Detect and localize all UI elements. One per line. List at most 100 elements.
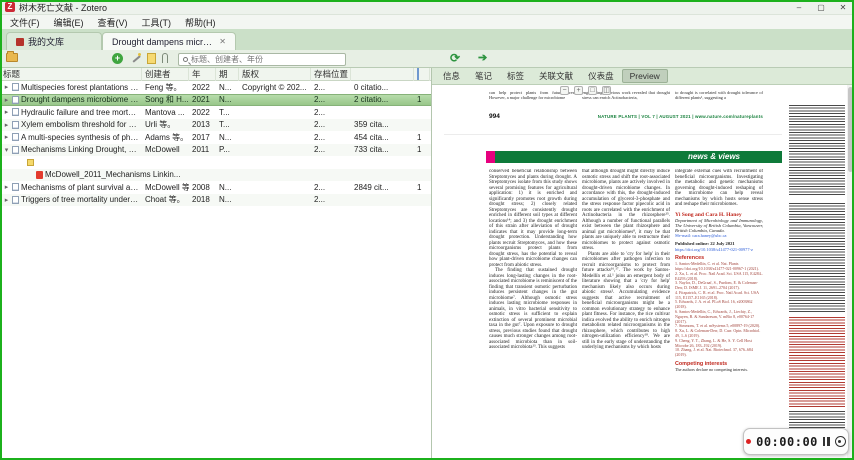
child-attachment-row[interactable]: McDowell_2011_Mechanisms Linkin... <box>0 168 431 181</box>
cell-journal: N... <box>219 132 232 142</box>
fit-page-icon[interactable]: □ <box>588 86 597 95</box>
journal-footer: NATURE PLANTS | VOL 7 | AUGUST 2021 | ww… <box>597 114 763 119</box>
item-row[interactable]: ▸Mechanisms of plant survival and mo... … <box>0 181 431 194</box>
zoom-in-icon[interactable]: + <box>574 86 583 95</box>
tab-info[interactable]: 信息 <box>436 69 467 83</box>
pdf-preview[interactable]: can help protect plants from future stre… <box>432 85 854 460</box>
item-row[interactable]: ▸ A multi-species synthesis of physiolo..… <box>0 131 431 144</box>
add-by-identifier-icon[interactable] <box>130 53 141 64</box>
expander-icon[interactable]: ▸ <box>3 133 10 141</box>
column-year[interactable]: 年 <box>189 68 216 81</box>
menu-help[interactable]: 帮助(H) <box>178 16 223 29</box>
scrollbar-thumb[interactable] <box>848 87 853 172</box>
minimize-button[interactable]: – <box>788 0 810 15</box>
tab-related[interactable]: 关联文献 <box>532 69 580 83</box>
item-row[interactable]: ▸ Triggers of tree mortality under droug.… <box>0 193 431 206</box>
zoom-out-icon[interactable]: − <box>560 86 569 95</box>
column-archive[interactable]: 存档位置 <box>311 68 351 81</box>
expander-icon[interactable]: ▸ <box>3 83 10 91</box>
window-title: 树木死亡文献 - Zotero <box>19 2 108 13</box>
tab-document[interactable]: Drought dampens micro... ✕ <box>102 32 236 50</box>
tab-notes[interactable]: 笔记 <box>468 69 499 83</box>
cell-archive: 2... <box>314 82 326 92</box>
cell-year: 2011 <box>192 145 210 155</box>
item-pane: 信息 笔记 标签 关联文献 仪表盘 Preview − + □ ◫ can he… <box>432 68 854 460</box>
menu-tools[interactable]: 工具(T) <box>135 16 179 29</box>
cell-creator: Adams 等。 <box>145 132 189 142</box>
maximize-button[interactable]: ▢ <box>810 0 832 15</box>
banner-label: news & views <box>687 152 740 162</box>
cell-creator: Song 和 H... <box>145 95 189 105</box>
stop-icon[interactable] <box>834 436 846 447</box>
menu-edit[interactable]: 编辑(E) <box>47 16 91 29</box>
cell-citations: 2 citatio... <box>354 95 389 105</box>
new-item-icon[interactable]: + <box>112 53 123 64</box>
cell-journal: N... <box>219 182 232 192</box>
tab-dashboard[interactable]: 仪表盘 <box>581 69 621 83</box>
expander-icon[interactable]: ▸ <box>3 196 10 204</box>
cell-year: 2021 <box>192 95 210 105</box>
tab-my-library[interactable]: 我的文库 <box>6 32 102 50</box>
article-column-1: conserved beneficial relationship betwee… <box>489 169 577 350</box>
cell-year: 2022 <box>192 107 210 117</box>
cell-year: 2013 <box>192 120 210 130</box>
column-citations[interactable] <box>351 68 414 81</box>
item-row[interactable]: ▸ Hydraulic failure and tree mortality: f… <box>0 106 431 119</box>
column-rights[interactable]: 版权 <box>239 68 311 81</box>
column-creator[interactable]: 创建者 <box>142 68 189 81</box>
journal-article-icon <box>12 108 19 117</box>
item-title: Mechanisms Linking Drought, Hydrau... <box>21 145 139 155</box>
cell-creator: Feng 等。 <box>145 82 182 92</box>
item-row[interactable]: ▸ Multispecies forest plantations outyie.… <box>0 81 431 94</box>
expander-icon[interactable]: ▸ <box>3 108 10 116</box>
journal-article-icon <box>12 133 19 142</box>
item-title: Hydraulic failure and tree mortality: fr… <box>21 107 139 117</box>
tab-preview[interactable]: Preview <box>621 69 668 83</box>
title-bar: Z 树木死亡文献 - Zotero – ▢ ✕ <box>0 0 854 15</box>
journal-article-icon <box>12 145 19 154</box>
cell-attachments: 1 <box>417 132 422 142</box>
pause-icon[interactable] <box>822 437 830 446</box>
tab-label: 我的文库 <box>28 37 65 47</box>
search-input[interactable] <box>191 54 331 64</box>
cell-archive: 2... <box>314 132 326 142</box>
new-collection-icon[interactable] <box>6 51 18 62</box>
column-picker[interactable] <box>414 68 430 81</box>
menu-file[interactable]: 文件(F) <box>3 16 47 29</box>
search-box[interactable] <box>178 52 346 66</box>
journal-article-icon <box>12 83 19 92</box>
close-tab-icon[interactable]: ✕ <box>219 37 226 46</box>
doi-link: https://doi.org/10.1038/s41477-021-00977… <box>675 246 753 252</box>
add-attachment-icon[interactable] <box>162 53 168 63</box>
menu-bar: 文件(F) 编辑(E) 查看(V) 工具(T) 帮助(H) <box>0 15 854 29</box>
attachment-title: McDowell_2011_Mechanisms Linkin... <box>45 170 181 180</box>
expander-icon[interactable]: ▸ <box>3 96 10 104</box>
item-row-selected[interactable]: ▸ Drought dampens microbiome devel... Son… <box>0 93 431 106</box>
close-button[interactable]: ✕ <box>832 0 854 15</box>
expander-icon[interactable]: ▾ <box>3 146 10 154</box>
expander-icon[interactable]: ▸ <box>3 183 10 191</box>
tab-tags[interactable]: 标签 <box>500 69 531 83</box>
cell-year: 2008 <box>192 182 210 192</box>
library-icon <box>16 37 24 46</box>
cell-creator: McDowell 等。 <box>145 182 189 192</box>
cell-journal: N... <box>219 195 232 205</box>
column-journal[interactable]: 期 <box>216 68 239 81</box>
new-note-icon[interactable] <box>147 53 156 64</box>
menu-view[interactable]: 查看(V) <box>91 16 135 29</box>
child-note-row[interactable] <box>0 156 431 169</box>
item-row-expanded[interactable]: ▾ Mechanisms Linking Drought, Hydrau... M… <box>0 143 431 156</box>
item-pane-tabs: 信息 笔记 标签 关联文献 仪表盘 Preview <box>432 68 854 85</box>
column-title[interactable]: 标题 <box>0 68 142 81</box>
item-row[interactable]: ▸ Xylem embolism threshold for catastr...… <box>0 118 431 131</box>
preview-scrollbar[interactable] <box>847 85 854 460</box>
locate-arrow-icon[interactable]: ➔ <box>478 52 487 64</box>
expander-icon[interactable]: ▸ <box>3 121 10 129</box>
tab-label: Drought dampens micro... <box>112 36 216 47</box>
column-picker-icon[interactable] <box>417 68 419 80</box>
cell-journal: P... <box>219 145 230 155</box>
cell-archive: 2... <box>314 95 326 105</box>
article-column-2: that although drought might directly ind… <box>582 169 670 350</box>
spread-view-icon[interactable]: ◫ <box>602 86 611 95</box>
sync-icon[interactable]: ⟳ <box>450 52 460 64</box>
